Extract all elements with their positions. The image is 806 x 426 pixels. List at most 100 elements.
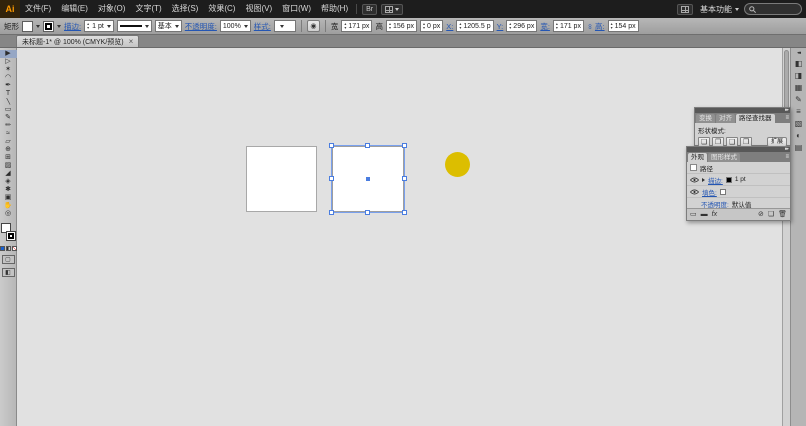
menu-item-select[interactable]: 选择(S) [167,0,204,18]
stepper[interactable] [389,22,391,30]
close-document-icon[interactable]: × [129,37,134,46]
shape-builder-tool-icon[interactable]: ⊕ [0,146,17,154]
panel-menu-icon[interactable]: ≡ [785,114,789,123]
lasso-tool-icon[interactable]: ◠ [0,74,17,82]
tab-align[interactable]: 对齐 [716,114,735,123]
symbol-sprayer-tool-icon[interactable]: ✱ [0,186,17,194]
none-mode-icon[interactable] [11,246,17,251]
stroke-panel-icon[interactable]: ≡ [793,107,805,116]
stroke-attribute-row[interactable]: 描边: 1 pt [687,174,790,186]
document-tab[interactable]: 未标题-1* @ 100% (CMYK/预览) × [16,35,140,47]
menu-item-type[interactable]: 文字(T) [130,0,166,18]
drawing-mode-icon[interactable]: ▢ [1,255,15,264]
transform-width-label[interactable]: 宽: [540,21,550,32]
menu-item-edit[interactable]: 编辑(E) [56,0,93,18]
selection-handle-top-middle[interactable] [365,143,370,148]
screen-mode-icon[interactable]: ◧ [1,268,15,277]
fill-row-label[interactable]: 填色: [702,187,717,197]
transparency-panel-icon[interactable]: ◐ [793,131,805,140]
menu-item-window[interactable]: 窗口(W) [277,0,316,18]
constrain-proportions-icon[interactable]: ∞ [586,24,593,29]
line-segment-tool-icon[interactable]: ╲ [0,98,17,106]
selection-handle-middle-right[interactable] [402,176,407,181]
clear-appearance-icon[interactable]: ⊘ [758,209,764,221]
stepper[interactable] [344,22,346,30]
fill-attribute-row[interactable]: 填色: [687,186,790,198]
style-panel-link[interactable]: 样式: [254,21,271,32]
transform-height-label[interactable]: 高: [595,21,605,32]
artboard-tool-icon[interactable]: ▣ [0,194,17,202]
stepper[interactable] [556,22,558,30]
menu-item-help[interactable]: 帮助(H) [316,0,353,18]
visibility-eye-icon[interactable] [690,177,699,183]
stroke-color-swatch[interactable] [43,20,54,32]
white-rectangle-shape[interactable] [246,146,317,212]
direct-selection-tool-icon[interactable]: ▷ [0,58,17,66]
style-combo[interactable] [273,20,296,32]
blend-tool-icon[interactable]: ◈ [0,178,17,186]
variable-width-profile-combo[interactable] [116,20,152,32]
type-tool-icon[interactable]: T [0,90,17,98]
panel-menu-icon[interactable]: ≡ [785,153,789,162]
tab-transform[interactable]: 变换 [696,114,715,123]
pencil-tool-icon[interactable]: ✏ [0,122,17,130]
search-input[interactable] [759,5,797,13]
add-new-effect-icon[interactable]: fx [712,209,717,221]
expand-stroke-icon[interactable] [702,177,705,182]
transform-x-label[interactable]: X: [446,22,453,31]
stroke-width-combo[interactable]: 1 pt [84,20,114,32]
corner-field[interactable]: 0 px [419,20,444,32]
selection-handle-bottom-right[interactable] [402,210,407,215]
stroke-width-stepper[interactable] [87,22,89,30]
expand-dock-icon[interactable]: ◂◂ [797,50,801,56]
color-panel-icon[interactable]: ◧ [793,59,805,68]
fill-color-swatch[interactable] [22,20,33,32]
menu-item-object[interactable]: 对象(O) [93,0,131,18]
yellow-circle-shape[interactable] [445,152,470,177]
shape-width-field[interactable]: 171 px [341,20,373,32]
toolbar-stroke-swatch[interactable] [5,231,16,241]
selection-center-point[interactable] [366,177,370,181]
recolor-artwork-button[interactable]: ◉ [306,20,320,32]
stroke-row-label[interactable]: 描边: [708,175,723,185]
transform-width-field[interactable]: 171 px [552,20,584,32]
opacity-panel-link[interactable]: 不透明度: [185,21,217,32]
selection-handle-top-left[interactable] [329,143,334,148]
gradient-tool-icon[interactable]: ▨ [0,162,17,170]
fill-color-chip[interactable] [719,188,726,195]
transform-x-field[interactable]: 1205.5 p [456,20,494,32]
workspace-switcher-button[interactable] [677,3,693,15]
rectangle-tool-icon[interactable]: ▭ [0,106,17,114]
stroke-color-chip[interactable] [725,176,732,183]
transform-y-field[interactable]: 296 px [506,20,538,32]
mesh-tool-icon[interactable]: ⊞ [0,154,17,162]
vertical-scrollbar[interactable] [782,48,790,426]
stepper[interactable] [611,22,613,30]
transform-height-field[interactable]: 154 px [607,20,639,32]
pen-tool-icon[interactable]: ✒ [0,82,17,90]
stepper[interactable] [459,22,461,30]
eyedropper-tool-icon[interactable]: ◢ [0,170,17,178]
add-new-fill-icon[interactable]: ▬ [701,209,708,221]
width-tool-icon[interactable]: ≈ [0,130,17,138]
stroke-panel-link[interactable]: 描边: [64,21,81,32]
swatches-panel-icon[interactable]: ▦ [793,83,805,92]
stroke-swatch-chevron-icon[interactable] [57,24,61,28]
selection-handle-bottom-left[interactable] [329,210,334,215]
arrange-documents-button[interactable] [381,3,404,15]
visibility-eye-icon[interactable] [690,189,699,195]
hand-tool-icon[interactable]: ✋ [0,202,17,210]
menu-item-view[interactable]: 视图(V) [240,0,277,18]
tab-graphic-styles[interactable]: 图形样式 [708,153,740,162]
search-box[interactable] [744,3,802,15]
color-mode-icon[interactable] [0,246,5,251]
brush-definition-combo[interactable]: 基本 [154,20,182,32]
opacity-row-label[interactable]: 不透明度: [701,199,729,209]
layers-panel-icon[interactable]: ▤ [793,143,805,152]
stepper[interactable] [509,22,511,30]
shape-height-field[interactable]: 156 px [385,20,417,32]
paintbrush-tool-icon[interactable]: ✎ [0,114,17,122]
tab-pathfinder[interactable]: 路径查找器 [736,114,775,123]
tab-appearance[interactable]: 外观 [688,153,707,162]
fill-swatch-chevron-icon[interactable] [36,24,40,28]
